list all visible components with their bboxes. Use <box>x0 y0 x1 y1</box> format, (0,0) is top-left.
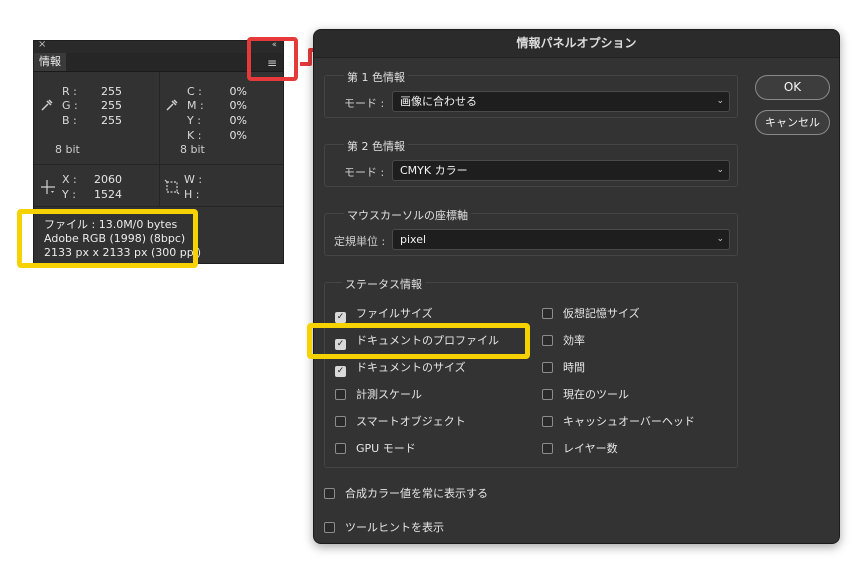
ok-button[interactable]: OK <box>755 75 830 100</box>
checkbox-measurement-scale[interactable]: 計測スケール <box>335 388 422 402</box>
panel-tab-bar: 情報 <box>34 53 283 72</box>
checkbox-show-tooltips[interactable]: ツールヒントを表示 <box>324 521 444 535</box>
rgb-row: R :255 <box>62 85 122 98</box>
divider <box>34 206 283 207</box>
selection-size-icon <box>164 179 180 199</box>
crosshair-icon <box>40 179 56 199</box>
rgb-row: B :255 <box>62 114 122 127</box>
mouse-title: マウスカーソルの座標軸 <box>344 207 471 223</box>
checkbox-gpu-mode[interactable]: GPU モード <box>335 442 416 456</box>
checkbox-efficiency[interactable]: 効率 <box>542 334 585 348</box>
checkbox-scratch-sizes[interactable]: 仮想記憶サイズ <box>542 307 640 321</box>
chevron-down-icon: ⌄ <box>716 234 724 244</box>
status-title: ステータス情報 <box>342 276 425 292</box>
color1-mode-label: モード : <box>344 97 385 110</box>
rgb-row: G :255 <box>62 99 122 112</box>
rgb-bit-depth: 8 bit <box>55 143 80 156</box>
eyedropper-icon <box>165 98 179 116</box>
color1-mode-select[interactable]: 画像に合わせる ⌄ <box>392 91 730 112</box>
wh-row: W : <box>184 173 203 186</box>
highlight-box-document-profile <box>307 323 530 359</box>
checkbox-current-tool[interactable]: 現在のツール <box>542 388 629 402</box>
ruler-unit-label: 定規単位 : <box>334 235 386 248</box>
ruler-unit-select[interactable]: pixel ⌄ <box>392 229 730 250</box>
close-icon[interactable]: × <box>38 39 46 50</box>
tab-info[interactable]: 情報 <box>34 53 66 71</box>
cancel-button[interactable]: キャンセル <box>755 110 830 135</box>
color2-mode-select[interactable]: CMYK カラー ⌄ <box>392 160 730 181</box>
checkbox-smart-objects[interactable]: スマートオブジェクト <box>335 415 466 429</box>
eyedropper-icon <box>40 98 54 116</box>
color1-title: 第 1 色情報 <box>344 69 408 85</box>
chevron-down-icon: ⌄ <box>716 96 724 106</box>
cmyk-row: K :0% <box>187 129 247 142</box>
checkbox-layer-count[interactable]: レイヤー数 <box>542 442 618 456</box>
color2-title: 第 2 色情報 <box>344 138 408 154</box>
divider <box>159 72 160 206</box>
panel-title-bar <box>34 41 283 53</box>
color2-mode-label: モード : <box>344 166 385 179</box>
chevron-down-icon: ⌄ <box>716 165 724 175</box>
checkbox-file-size[interactable]: ✓ ファイルサイズ <box>335 307 433 323</box>
info-panel-options-dialog: 情報パネルオプション 第 1 色情報 モード : 画像に合わせる ⌄ 第 2 色情… <box>313 29 840 544</box>
divider <box>34 164 283 165</box>
checkbox-timing[interactable]: 時間 <box>542 361 585 375</box>
checkbox-always-show-composite[interactable]: 合成カラー値を常に表示する <box>324 487 488 501</box>
dialog-title: 情報パネルオプション <box>314 30 839 58</box>
cmyk-bit-depth: 8 bit <box>180 143 205 156</box>
xy-row: X :2060 <box>62 173 122 186</box>
checkbox-cache-overhead[interactable]: キャッシュオーバーヘッド <box>542 415 695 429</box>
highlight-box-doc-info <box>17 209 198 268</box>
highlight-box-panel-menu <box>247 37 298 81</box>
xy-row: Y :1524 <box>62 188 122 201</box>
cmyk-row: C :0% <box>187 85 247 98</box>
cmyk-row: M :0% <box>187 99 247 112</box>
checkbox-document-size[interactable]: ✓ ドキュメントのサイズ <box>335 361 466 377</box>
wh-row: H : <box>184 188 200 201</box>
cmyk-row: Y :0% <box>187 114 247 127</box>
